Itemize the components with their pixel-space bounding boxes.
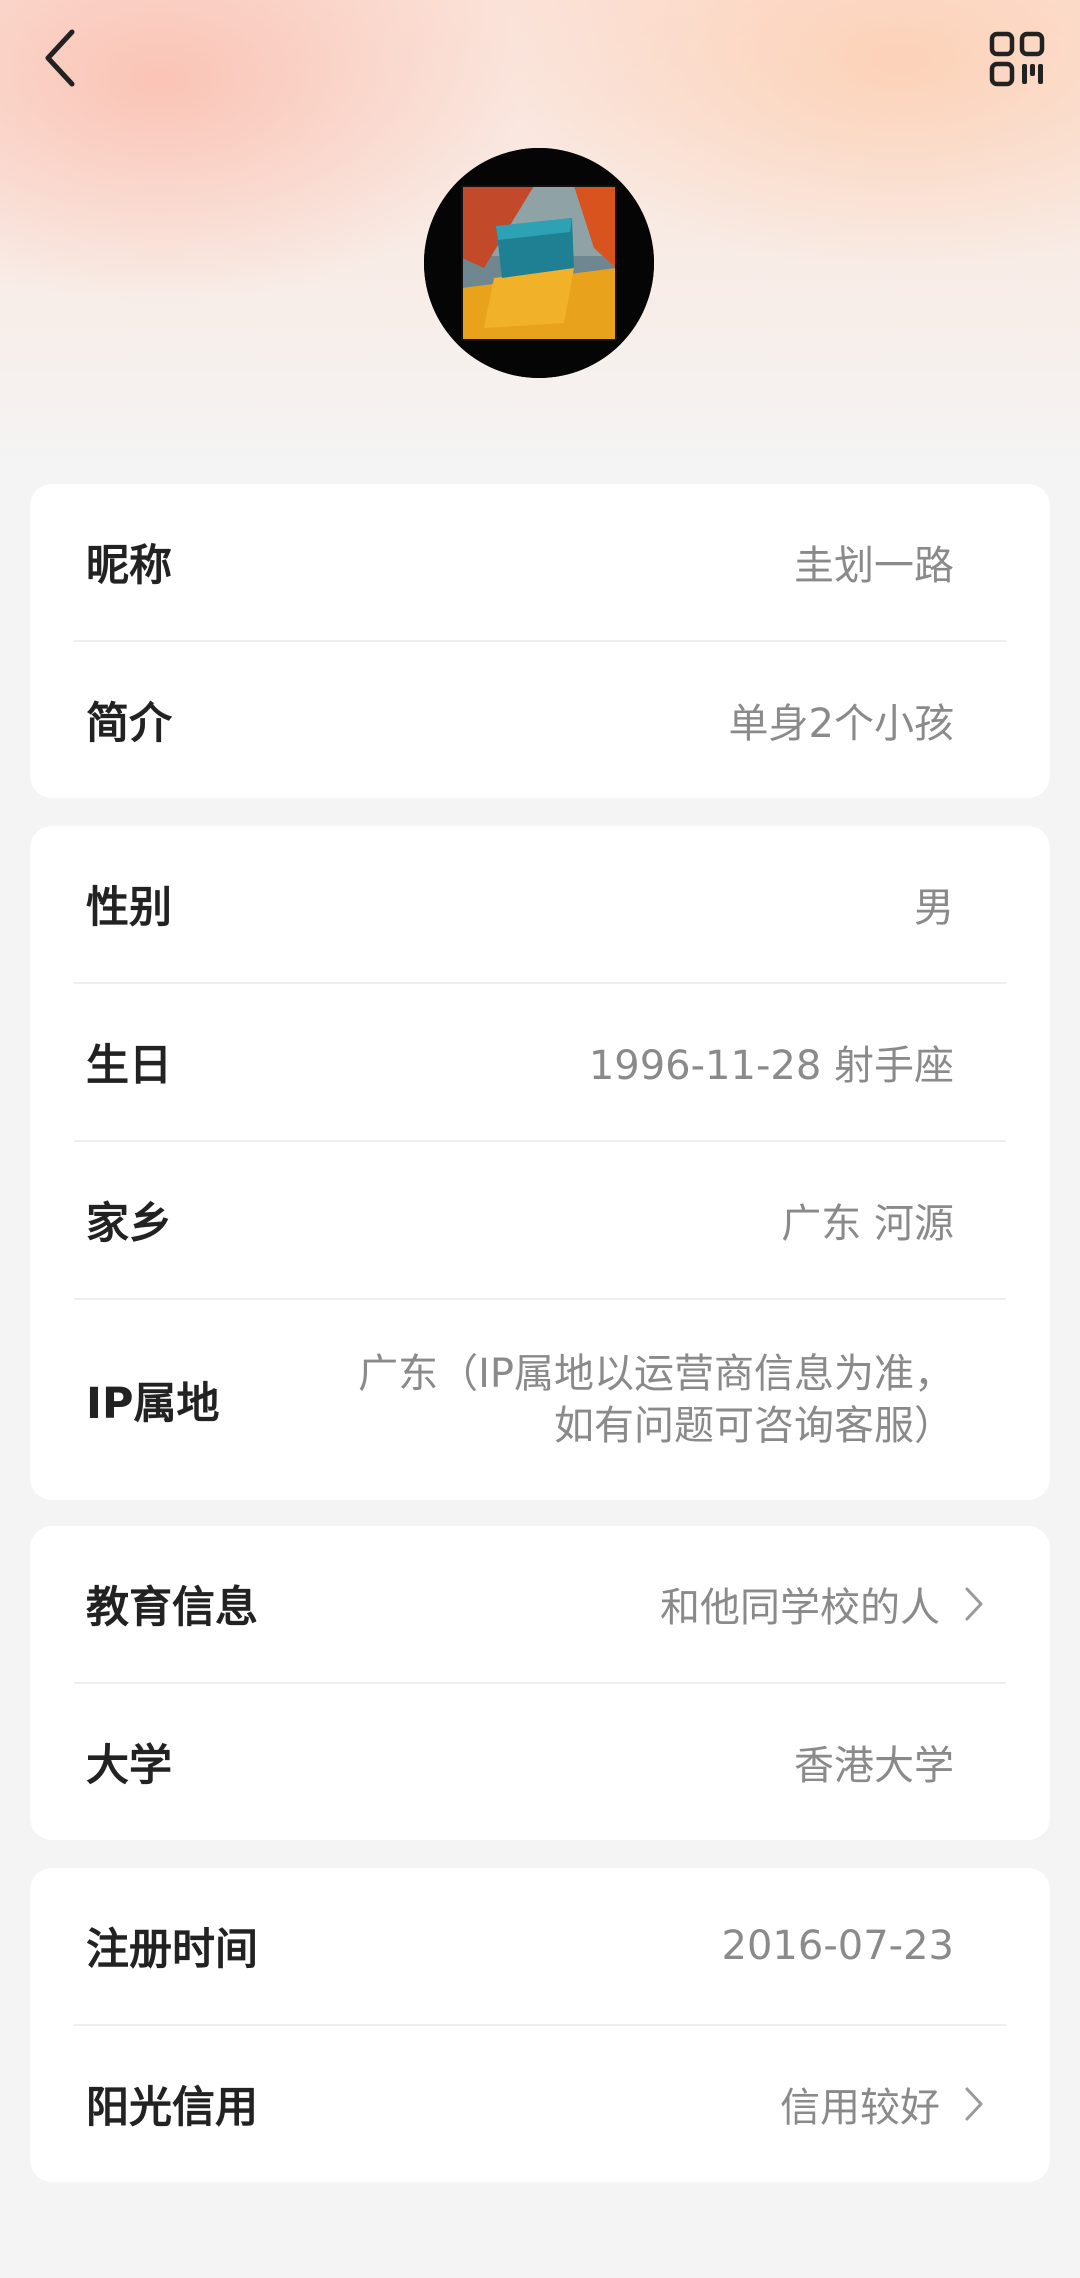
register-time-label: 注册时间: [86, 1925, 258, 1975]
bio-value: 单身2个小孩: [728, 701, 954, 747]
avatar-image: [424, 148, 654, 378]
back-button[interactable]: [30, 22, 90, 94]
education-label: 教育信息: [86, 1583, 258, 1633]
ip-location-row: IP属地 广东（IP属地以运营商信息为准， 如有问题可咨询客服）: [74, 1298, 1006, 1500]
birthday-value: 1996-11-28 射手座: [588, 1043, 954, 1089]
education-card: 教育信息 和他同学校的人 大学 香港大学: [30, 1526, 1050, 1840]
register-time-row: 注册时间 2016-07-23: [74, 1868, 1006, 2024]
sunshine-credit-value: 信用较好: [780, 2085, 940, 2131]
birthday-label: 生日: [86, 1041, 172, 1091]
avatar[interactable]: [424, 148, 654, 378]
gender-value: 男: [914, 885, 954, 931]
chevron-right-icon: [954, 1584, 994, 1624]
ip-location-value-line2: 如有问题可咨询客服）: [554, 1403, 954, 1449]
education-value: 和他同学校的人: [660, 1585, 940, 1631]
gender-label: 性别: [86, 883, 172, 933]
profile-card: 昵称 圭划一路 简介 单身2个小孩: [30, 484, 1050, 798]
university-label: 大学: [86, 1741, 172, 1791]
birthday-row[interactable]: 生日 1996-11-28 射手座: [74, 982, 1006, 1140]
sunshine-credit-row[interactable]: 阳光信用 信用较好: [74, 2024, 1006, 2182]
sunshine-credit-label: 阳光信用: [86, 2083, 258, 2133]
education-row[interactable]: 教育信息 和他同学校的人: [74, 1526, 1006, 1682]
ip-location-value-line1: 广东（IP属地以运营商信息为准，: [358, 1351, 954, 1397]
basic-info-card: 性别 男 生日 1996-11-28 射手座 家乡 广东 河源 IP属地 广东（…: [30, 826, 1050, 1500]
ip-location-value: 广东（IP属地以运营商信息为准， 如有问题可咨询客服）: [274, 1348, 994, 1452]
gender-row[interactable]: 性别 男: [74, 826, 1006, 982]
nickname-value: 圭划一路: [794, 543, 954, 589]
chevron-right-icon: [954, 2084, 994, 2124]
qr-code-icon: [989, 31, 1045, 87]
chevron-left-icon: [45, 29, 75, 87]
nickname-label: 昵称: [86, 541, 172, 591]
nickname-row[interactable]: 昵称 圭划一路: [74, 484, 1006, 640]
hometown-row[interactable]: 家乡 广东 河源: [74, 1140, 1006, 1298]
qr-code-button[interactable]: [982, 24, 1052, 94]
register-time-value: 2016-07-23: [721, 1923, 954, 1969]
bio-label: 简介: [86, 699, 172, 749]
university-row[interactable]: 大学 香港大学: [74, 1682, 1006, 1840]
bio-row[interactable]: 简介 单身2个小孩: [74, 640, 1006, 798]
university-value: 香港大学: [794, 1743, 954, 1789]
ip-location-label: IP属地: [86, 1379, 220, 1429]
hometown-label: 家乡: [86, 1199, 172, 1249]
hometown-value: 广东 河源: [781, 1201, 954, 1247]
account-card: 注册时间 2016-07-23 阳光信用 信用较好: [30, 1868, 1050, 2182]
